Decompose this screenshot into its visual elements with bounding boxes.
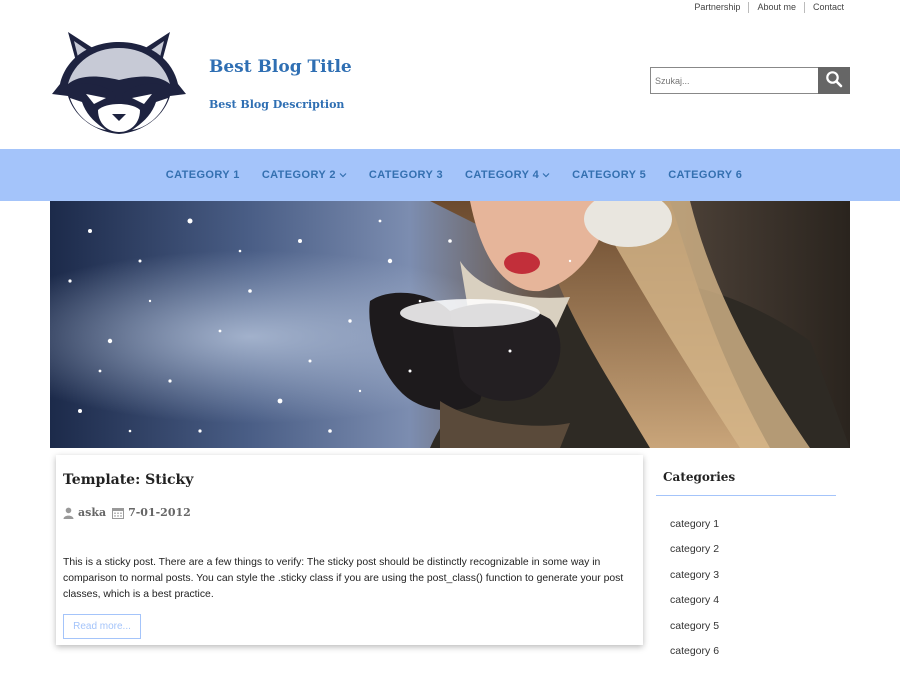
- post-author-name: aska: [78, 506, 107, 519]
- menu-item-label: CATEGORY 1: [165, 169, 240, 181]
- top-links-nav: Partnership About me Contact: [686, 2, 844, 13]
- sidebar-item-category-6[interactable]: category 6: [656, 645, 836, 670]
- menu-item-label: CATEGORY 2: [261, 169, 336, 181]
- raccoon-logo-icon[interactable]: [50, 24, 188, 136]
- search-button[interactable]: [818, 67, 850, 94]
- menu-item-category-2[interactable]: CATEGORY 2: [251, 169, 358, 181]
- search-input[interactable]: [650, 67, 818, 94]
- post-card: Template: Sticky aska 7-01-2012 This is …: [56, 455, 643, 645]
- menu-item-label: CATEGORY 3: [368, 169, 443, 181]
- top-link-contact[interactable]: Contact: [805, 2, 844, 13]
- post-date: 7-01-2012: [112, 506, 191, 519]
- sidebar-item-category-2[interactable]: category 2: [656, 543, 836, 568]
- post-date-text: 7-01-2012: [128, 506, 191, 519]
- calendar-icon: [112, 507, 125, 519]
- top-link-partnership[interactable]: Partnership: [686, 2, 750, 13]
- sidebar-item-category-1[interactable]: category 1: [656, 518, 836, 543]
- site-title[interactable]: Best Blog Title: [209, 57, 352, 77]
- sidebar-item-category-3[interactable]: category 3: [656, 569, 836, 594]
- hero-image: [50, 201, 850, 448]
- menu-item-label: CATEGORY 6: [668, 169, 743, 181]
- category-menu: CATEGORY 1 CATEGORY 2 CATEGORY 3 CATEGOR…: [0, 149, 900, 201]
- user-icon: [63, 507, 74, 519]
- menu-item-label: CATEGORY 5: [572, 169, 647, 181]
- chevron-down-icon: [339, 173, 347, 178]
- menu-item-category-3[interactable]: CATEGORY 3: [358, 169, 454, 181]
- menu-item-label: CATEGORY 4: [465, 169, 540, 181]
- menu-item-category-1[interactable]: CATEGORY 1: [155, 169, 251, 181]
- chevron-down-icon: [542, 173, 550, 178]
- menu-item-category-6[interactable]: CATEGORY 6: [657, 169, 753, 181]
- post-excerpt: This is a sticky post. There are a few t…: [63, 557, 624, 600]
- post-title[interactable]: Template: Sticky: [63, 472, 193, 488]
- sidebar-item-category-5[interactable]: category 5: [656, 620, 836, 645]
- top-link-about-me[interactable]: About me: [749, 2, 805, 13]
- menu-item-category-4[interactable]: CATEGORY 4: [454, 169, 561, 181]
- sidebar-categories: Categories category 1 category 2 categor…: [656, 462, 836, 670]
- search-icon: [825, 70, 843, 91]
- read-more-button[interactable]: Read more...: [63, 614, 141, 639]
- post-meta: aska 7-01-2012: [63, 506, 197, 519]
- menu-item-category-5[interactable]: CATEGORY 5: [561, 169, 657, 181]
- post-author[interactable]: aska: [63, 506, 106, 519]
- sidebar-heading: Categories: [656, 462, 836, 496]
- search-form: [650, 67, 850, 94]
- sidebar-item-category-4[interactable]: category 4: [656, 594, 836, 619]
- site-description: Best Blog Description: [209, 98, 345, 111]
